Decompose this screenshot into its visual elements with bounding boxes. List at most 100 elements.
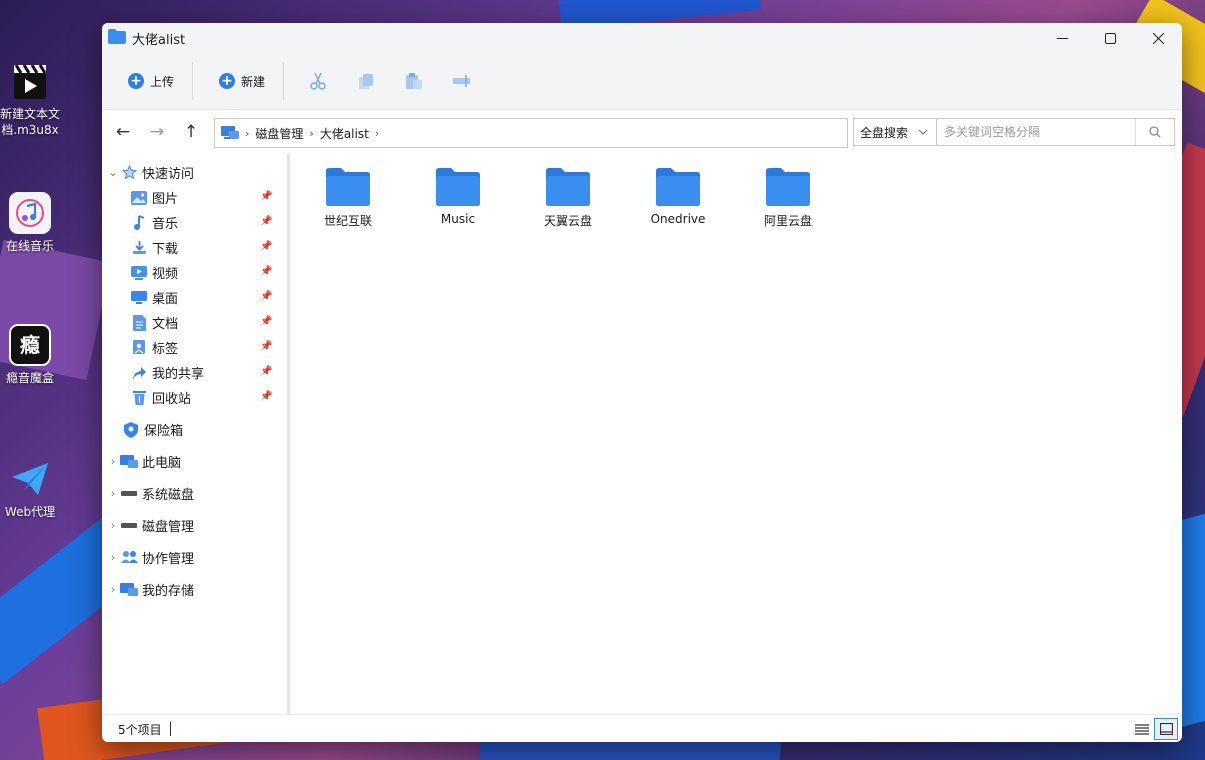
up-button[interactable]: ↑ [174, 117, 208, 147]
storage-icon [120, 581, 138, 599]
sidebar-item-tags[interactable]: 标签 [130, 335, 178, 360]
list-view-button[interactable] [1131, 719, 1153, 739]
sidebar-item-label: 协作管理 [142, 552, 195, 567]
desktop-icon-label: 新建文本文 档.m3u8x [0, 107, 61, 137]
chevron-right-icon[interactable]: › [106, 519, 120, 532]
cut-icon [310, 72, 326, 90]
sidebar-item-label: 回收站 [152, 392, 192, 407]
maximize-icon [1104, 32, 1116, 44]
sidebar-item-disk-management[interactable]: › 磁盘管理 [106, 513, 194, 538]
shield-icon [122, 421, 140, 439]
new-button[interactable]: + 新建 [205, 63, 279, 99]
paste-button[interactable] [392, 63, 436, 99]
maximize-button[interactable] [1086, 23, 1134, 53]
sidebar-item-label: 保险箱 [144, 424, 184, 439]
breadcrumb-item[interactable]: 磁盘管理 [255, 125, 303, 142]
sidebar: ⌄ 快速访问 图片 📌 音乐 📌 下载 📌 视频 📌 桌面 📌 文档 📌 标签 … [102, 154, 287, 714]
sidebar-item-label: 磁盘管理 [142, 520, 195, 535]
rename-button[interactable] [440, 63, 484, 99]
folder-item[interactable]: 世纪互联 [298, 168, 398, 229]
forward-button[interactable]: → [140, 117, 174, 147]
minimize-button[interactable] [1038, 23, 1086, 53]
rename-icon [453, 75, 471, 87]
sidebar-item-downloads[interactable]: 下载 [130, 235, 178, 260]
desktop-icon-web-proxy[interactable]: Web代理 [0, 458, 60, 520]
sidebar-quick-access[interactable]: ⌄ 快速访问 [106, 160, 194, 185]
search-scope-label: 全盘搜索 [860, 125, 909, 140]
search-scope-select[interactable]: 全盘搜索 [853, 118, 937, 146]
close-button[interactable] [1134, 23, 1182, 53]
pin-icon[interactable]: 📌 [260, 291, 272, 302]
pin-icon[interactable]: 📌 [260, 241, 272, 252]
computer-icon [221, 126, 239, 140]
pin-icon[interactable]: 📌 [260, 316, 272, 327]
chevron-down-icon[interactable]: ⌄ [106, 166, 120, 179]
folder-item[interactable]: 天翼云盘 [518, 168, 618, 229]
pin-icon[interactable]: 📌 [260, 366, 272, 377]
sidebar-item-label: 下载 [152, 242, 179, 257]
back-button[interactable]: ← [106, 117, 140, 147]
breadcrumb-item[interactable]: 大佬alist [320, 125, 369, 142]
sidebar-item-my-storage[interactable]: › 我的存储 [106, 577, 194, 602]
desktop-icon-online-music[interactable]: 在线音乐 [0, 192, 60, 254]
sidebar-item-label: 音乐 [152, 217, 179, 232]
upload-button[interactable]: + 上传 [114, 63, 188, 99]
sidebar-item-pictures[interactable]: 图片 [130, 185, 178, 210]
chevron-right-icon[interactable]: › [106, 583, 120, 596]
new-label: 新建 [241, 74, 266, 89]
chevron-right-icon[interactable]: › [106, 455, 120, 468]
pin-icon[interactable]: 📌 [260, 216, 272, 227]
sidebar-item-label: 系统磁盘 [142, 488, 195, 503]
plus-circle-icon: + [128, 73, 144, 89]
sidebar-item-this-pc[interactable]: › 此电脑 [106, 449, 181, 474]
pin-icon[interactable]: 📌 [260, 191, 272, 202]
breadcrumb-separator: › [374, 126, 380, 140]
cut-button[interactable] [296, 63, 340, 99]
sidebar-item-vault[interactable]: 保险箱 [122, 417, 183, 442]
desktop-icon-label: Web代理 [4, 505, 56, 519]
folder-item[interactable]: 阿里云盘 [738, 168, 838, 229]
desktop-icon-m3u8x[interactable]: 新建文本文 档.m3u8x [0, 60, 60, 138]
toolbar-divider [192, 62, 194, 100]
share-icon [130, 364, 148, 382]
sidebar-item-documents[interactable]: 文档 [130, 310, 178, 335]
clapperboard-icon [9, 60, 51, 102]
search-input[interactable] [937, 119, 1135, 145]
download-icon [130, 239, 148, 257]
sidebar-item-desktop[interactable]: 桌面 [130, 285, 178, 310]
pin-icon[interactable]: 📌 [260, 391, 272, 402]
sidebar-item-music[interactable]: 音乐 [130, 210, 178, 235]
file-manager-window: 大佬alist + 上传 + 新建 ← → ↑ › 磁盘管理 › 大佬alist… [102, 23, 1182, 742]
sidebar-item-recycle-bin[interactable]: 回收站 [130, 385, 191, 410]
icon-view-icon [1159, 723, 1173, 735]
chevron-right-icon[interactable]: › [106, 487, 120, 500]
copy-button[interactable] [344, 63, 388, 99]
folder-item[interactable]: Onedrive [628, 168, 728, 226]
sidebar-item-my-share[interactable]: 我的共享 [130, 360, 204, 385]
sidebar-item-collaboration[interactable]: › 协作管理 [106, 545, 194, 570]
folder-icon [436, 168, 480, 206]
sidebar-item-videos[interactable]: 视频 [130, 260, 178, 285]
desktop-icon-label: 瘾音魔盒 [5, 371, 54, 385]
sidebar-item-label: 我的共享 [152, 367, 205, 382]
pin-icon[interactable]: 📌 [260, 266, 272, 277]
desktop-icon-yinyin[interactable]: 瘾 瘾音魔盒 [0, 324, 60, 386]
address-bar[interactable]: › 磁盘管理 › 大佬alist › [214, 118, 848, 148]
chevron-right-icon[interactable]: › [106, 551, 120, 564]
search-icon [1149, 126, 1161, 138]
title-bar[interactable]: 大佬alist [102, 23, 1182, 53]
folder-icon [546, 168, 590, 206]
sidebar-item-label: 图片 [152, 192, 179, 207]
sidebar-item-label: 标签 [152, 342, 179, 357]
sidebar-item-system-disk[interactable]: › 系统磁盘 [106, 481, 194, 506]
pin-icon[interactable]: 📌 [260, 341, 272, 352]
item-count: 5个项目 [118, 722, 162, 737]
icon-view-button[interactable] [1154, 718, 1178, 740]
sidebar-item-label: 快速访问 [142, 167, 195, 182]
folder-item[interactable]: Music [408, 168, 508, 226]
recycle-bin-icon [130, 389, 148, 407]
sidebar-item-label: 桌面 [152, 292, 179, 307]
search-button[interactable] [1135, 119, 1174, 145]
list-view-icon [1135, 723, 1149, 735]
folder-icon [656, 168, 700, 206]
